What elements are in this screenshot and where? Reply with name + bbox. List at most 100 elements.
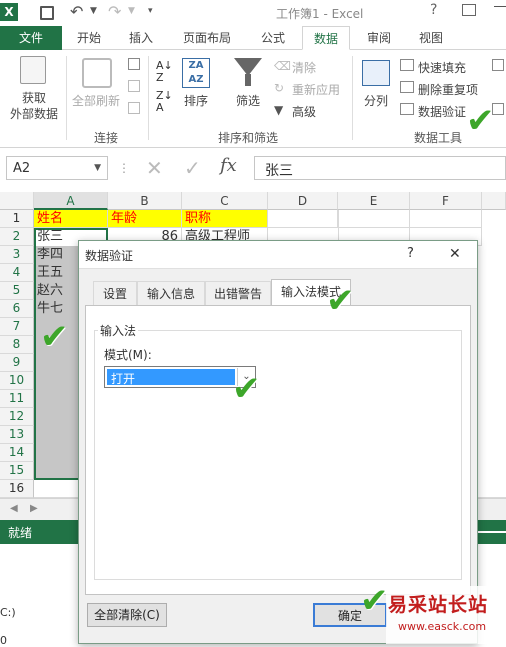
- column-header-g[interactable]: [482, 192, 506, 210]
- undo-dropdown-icon[interactable]: ▼: [90, 6, 97, 16]
- refresh-all-icon[interactable]: [82, 58, 112, 88]
- tab-error-alert[interactable]: 出错警告: [205, 281, 271, 305]
- advanced-button[interactable]: 高级: [292, 103, 316, 120]
- remove-duplicates-icon[interactable]: [400, 81, 414, 93]
- reapply-icon[interactable]: ↻: [274, 81, 284, 95]
- column-header-a[interactable]: A: [34, 192, 108, 210]
- data-validation-icon[interactable]: [400, 103, 414, 115]
- tab-insert[interactable]: 插入: [118, 26, 164, 50]
- filter-button[interactable]: 筛选: [236, 92, 260, 109]
- column-header-c[interactable]: C: [182, 192, 268, 210]
- tab-file[interactable]: 文件: [0, 26, 62, 50]
- row-header[interactable]: 11: [0, 390, 34, 408]
- tab-settings[interactable]: 设置: [93, 281, 137, 305]
- sort-az-icon[interactable]: A↓ Z: [156, 60, 173, 84]
- sheet-scroll-left-icon[interactable]: ◀: [10, 503, 18, 514]
- dialog-help-button[interactable]: ?: [407, 246, 414, 261]
- advanced-icon[interactable]: ▼: [274, 103, 283, 117]
- text-to-columns-icon[interactable]: [362, 60, 390, 86]
- sheet-scroll-right-icon[interactable]: ▶: [30, 503, 38, 514]
- row-header[interactable]: 6: [0, 300, 34, 318]
- row-header[interactable]: 5: [0, 282, 34, 300]
- cell-c1[interactable]: 职称: [182, 210, 268, 228]
- column-header-d[interactable]: D: [268, 192, 338, 210]
- reapply-button[interactable]: 重新应用: [292, 81, 340, 98]
- tab-review[interactable]: 审阅: [356, 26, 402, 50]
- dialog-title: 数据验证: [85, 249, 134, 263]
- row-header[interactable]: 4: [0, 264, 34, 282]
- redo-icon[interactable]: ↷: [108, 2, 121, 21]
- formula-input[interactable]: 张三: [254, 156, 506, 180]
- check-mark-icon: ✔: [326, 281, 355, 321]
- row-header[interactable]: 16: [0, 480, 34, 498]
- tab-input-message[interactable]: 输入信息: [137, 281, 205, 305]
- ime-section-label: 输入法: [98, 322, 139, 339]
- row-header[interactable]: 9: [0, 354, 34, 372]
- redo-dropdown-icon[interactable]: ▼: [128, 6, 135, 16]
- row-header[interactable]: 14: [0, 444, 34, 462]
- column-header-f[interactable]: F: [410, 192, 482, 210]
- column-header-b[interactable]: B: [108, 192, 182, 210]
- tab-formulas[interactable]: 公式: [250, 26, 296, 50]
- cell-b1[interactable]: 年龄: [108, 210, 182, 228]
- tab-view[interactable]: 视图: [408, 26, 454, 50]
- text-to-columns-button[interactable]: 分列: [364, 92, 388, 109]
- consolidate-icon[interactable]: [492, 59, 504, 71]
- row-header[interactable]: 12: [0, 408, 34, 426]
- sort-filter-group-label: 排序和筛选: [218, 131, 279, 145]
- drive-label-2: 0: [0, 634, 7, 647]
- tab-data[interactable]: 数据: [302, 26, 350, 50]
- close-icon[interactable]: ✕: [449, 246, 461, 262]
- connections-icon[interactable]: [128, 58, 140, 70]
- column-header-e[interactable]: E: [338, 192, 410, 210]
- clear-icon[interactable]: ⌫: [274, 59, 291, 73]
- row-header[interactable]: 1: [0, 210, 34, 228]
- sort-za-icon[interactable]: Z↓ A: [156, 90, 173, 114]
- tab-page-layout[interactable]: 页面布局: [170, 26, 244, 50]
- cell-a1[interactable]: 姓名: [34, 210, 108, 228]
- connections-group-label: 连接: [94, 131, 119, 145]
- tab-home[interactable]: 开始: [66, 26, 112, 50]
- help-icon[interactable]: ?: [430, 2, 437, 18]
- row-header[interactable]: 3: [0, 246, 34, 264]
- sort-button[interactable]: 排序: [184, 92, 208, 109]
- sort-icon[interactable]: ZA AZ: [182, 58, 210, 88]
- name-box[interactable]: A2 ▼: [6, 156, 108, 180]
- chevron-down-icon[interactable]: ▼: [94, 163, 101, 173]
- check-mark-icon: ✔: [232, 369, 261, 409]
- row-header[interactable]: 15: [0, 462, 34, 480]
- cell-e1[interactable]: [338, 210, 410, 228]
- minimize-icon[interactable]: [494, 6, 506, 7]
- flash-fill-button[interactable]: 快速填充: [418, 59, 466, 76]
- row-header[interactable]: 13: [0, 426, 34, 444]
- cell-d1[interactable]: [268, 210, 338, 228]
- clear-button[interactable]: 清除: [292, 59, 316, 76]
- select-all-corner[interactable]: [0, 192, 34, 210]
- data-validation-button[interactable]: 数据验证: [418, 103, 466, 120]
- cell-f1[interactable]: [410, 210, 482, 228]
- formula-bar: A2 ▼ ⋮ ✕ ✓ fx 张三: [0, 152, 506, 186]
- insert-function-icon[interactable]: fx: [220, 155, 237, 176]
- undo-icon[interactable]: ↶: [70, 2, 83, 21]
- save-icon[interactable]: [40, 6, 54, 20]
- row-header[interactable]: 2: [0, 228, 34, 246]
- properties-icon[interactable]: [128, 80, 140, 92]
- row-header[interactable]: 10: [0, 372, 34, 390]
- ribbon-display-icon[interactable]: [462, 4, 476, 16]
- flash-fill-icon[interactable]: [400, 59, 414, 71]
- formula-bar-grip-icon[interactable]: ⋮: [118, 161, 130, 175]
- get-external-data-button[interactable]: 获取 外部数据: [4, 90, 64, 122]
- cancel-icon[interactable]: ✕: [146, 156, 163, 180]
- edit-links-icon[interactable]: [128, 102, 140, 114]
- row-header[interactable]: 7: [0, 318, 34, 336]
- clear-all-button[interactable]: 全部清除(C): [87, 603, 167, 627]
- zoom-slider[interactable]: [478, 531, 506, 533]
- row-header[interactable]: 8: [0, 336, 34, 354]
- customize-qat-icon[interactable]: ▾: [148, 6, 153, 16]
- enter-icon[interactable]: ✓: [184, 156, 201, 180]
- get-external-data-icon[interactable]: [20, 56, 46, 84]
- data-tools-group-label: 数据工具: [414, 131, 463, 145]
- data-validation-dialog: 数据验证 ? ✕ 设置 输入信息 出错警告 输入法模式 输入法 模式(M): 打…: [78, 240, 478, 644]
- remove-duplicates-button[interactable]: 删除重复项: [418, 81, 478, 98]
- refresh-all-button[interactable]: 全部刷新: [72, 92, 120, 109]
